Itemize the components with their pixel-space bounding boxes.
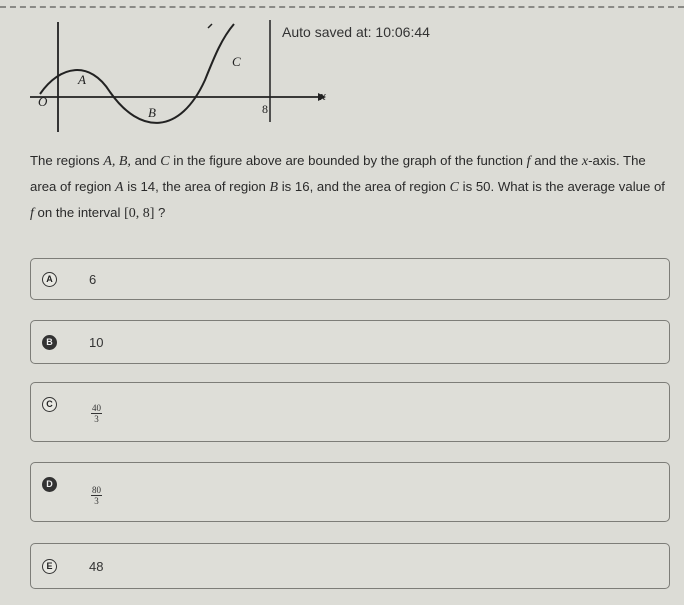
choice-a-letter: A — [42, 272, 57, 287]
x-axis-label: x — [319, 88, 326, 103]
q-text: is 16, and the area of region — [278, 179, 450, 194]
choice-a-text: 6 — [89, 272, 97, 287]
q-text: and — [130, 153, 161, 168]
choice-e[interactable]: E 48 — [30, 543, 670, 589]
curve-tip-mark — [207, 23, 213, 29]
q-text: on the interval — [33, 205, 125, 220]
choice-d-denominator: 3 — [94, 496, 99, 506]
choice-b-text: 10 — [89, 335, 104, 350]
top-strip — [0, 0, 684, 8]
q-text: and the — [530, 153, 582, 168]
choice-c-numerator: 40 — [91, 403, 102, 414]
choice-c-denominator: 3 — [94, 414, 99, 424]
autosave-label: Auto saved at: — [282, 24, 372, 40]
x-tick-8: 8 — [262, 102, 268, 116]
region-c-label: C — [232, 54, 241, 69]
choice-c-fraction: 40 3 — [91, 403, 102, 424]
q-region-c: C — [449, 180, 459, 195]
q-text: ? — [154, 205, 166, 220]
choice-d-fraction: 80 3 — [91, 485, 102, 506]
q-text: in the figure above are bounded by the g… — [169, 153, 527, 168]
choice-e-text: 48 — [89, 559, 104, 574]
choice-c[interactable]: C 40 3 — [30, 382, 670, 442]
choice-d[interactable]: D 80 3 — [30, 462, 670, 522]
q-interval: [0, 8] — [124, 206, 155, 221]
q-region-list: A, B, — [103, 154, 131, 169]
choice-d-numerator: 80 — [91, 485, 102, 496]
q-region-a: A — [115, 180, 124, 195]
origin-label: O — [38, 94, 48, 109]
autosave-status: Auto saved at: 10:06:44 — [282, 24, 430, 40]
autosave-time: 10:06:44 — [375, 24, 430, 40]
q-region-b: B — [269, 180, 279, 195]
q-text: is 50. What is the average value of — [458, 179, 665, 194]
choice-a[interactable]: A 6 — [30, 258, 670, 300]
choice-d-letter: D — [42, 477, 57, 492]
choice-c-letter: C — [42, 397, 57, 412]
region-a-label: A — [77, 72, 86, 87]
choice-b-letter: B — [42, 335, 57, 350]
q-text: The regions — [30, 153, 104, 168]
function-curve — [39, 23, 235, 124]
q-region-c: C — [160, 154, 170, 169]
choice-b[interactable]: B 10 — [30, 320, 670, 364]
q-text: is 14, the area of region — [123, 179, 270, 194]
question-text: The regions A, B, and C in the figure ab… — [30, 148, 668, 226]
choice-e-letter: E — [42, 559, 57, 574]
region-b-label: B — [148, 105, 156, 120]
